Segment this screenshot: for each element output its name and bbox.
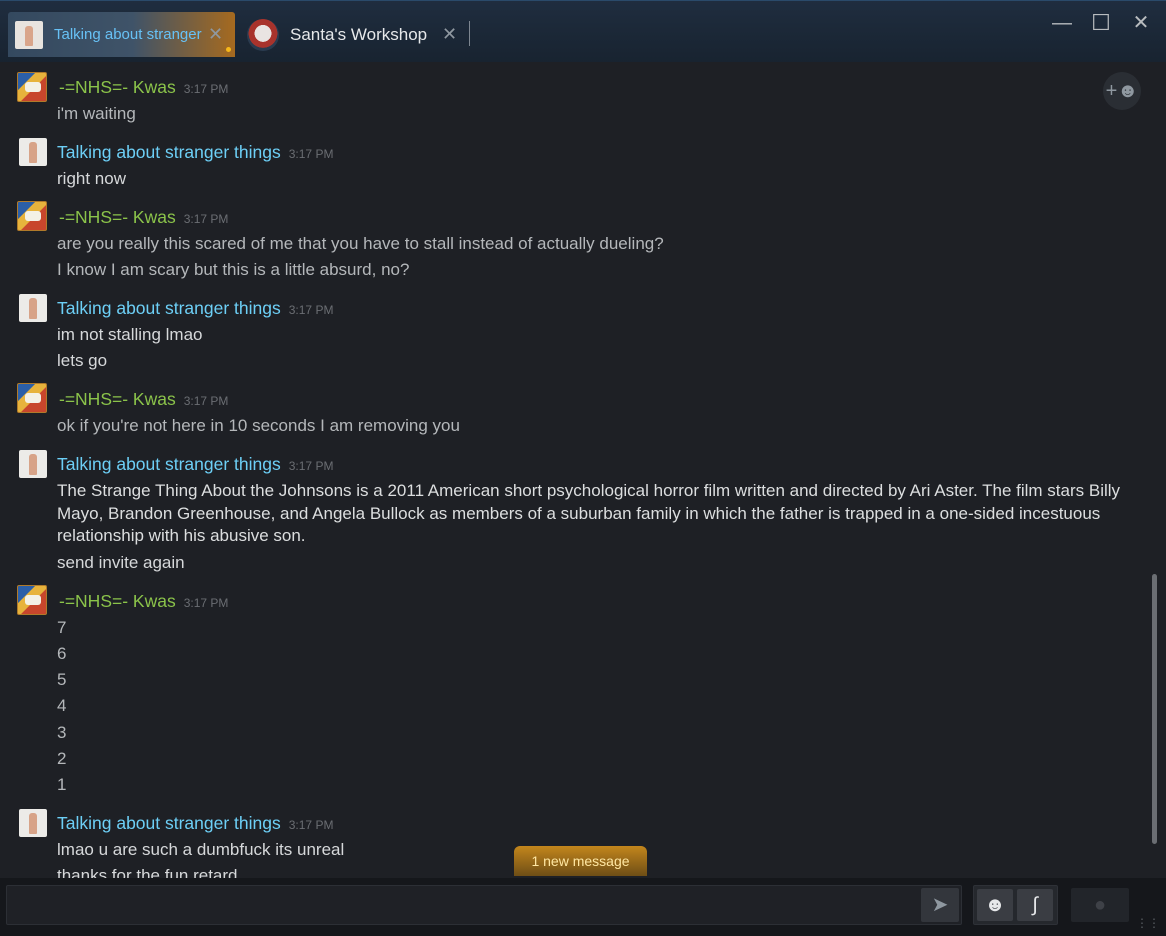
tab-santas-workshop[interactable]: Santa's Workshop ✕ [243,12,469,57]
timestamp: 3:17 PM [288,303,334,317]
minimize-button[interactable]: — [1048,9,1076,37]
message-line: lmao u are such a dumbfuck its unreal [57,840,345,859]
message-line: 7 [57,618,67,637]
timestamp: 3:17 PM [288,818,334,832]
scrollbar-thumb[interactable] [1152,574,1157,844]
avatar[interactable] [17,585,47,615]
timestamp: 3:17 PM [183,596,229,610]
message-line: 6 [57,644,67,663]
title-bar: Talking about stranger things ✕ Santa's … [0,0,1166,63]
tab-close-icon[interactable]: ✕ [442,24,457,45]
sender-name[interactable]: -=NHS=- Kwas 3:17 PM [59,591,228,612]
avatar[interactable] [19,809,47,837]
avatar[interactable] [19,294,47,322]
paperclip-icon[interactable]: ∫ [1017,889,1053,921]
avatar[interactable] [17,72,47,102]
avatar[interactable] [17,201,47,231]
message-line: im not stalling lmao [57,325,203,344]
message-line: are you really this scared of me that yo… [57,234,664,253]
tab-close-icon[interactable]: ✕ [208,24,223,45]
add-friend-icon[interactable]: +☻ [1103,72,1141,110]
sender-name[interactable]: Talking about stranger things 3:17 PM [57,298,333,319]
message-line: lets go [57,351,108,370]
message-line: thanks for the fun retard [57,866,238,878]
message-line: send invite again [57,553,185,572]
send-icon[interactable]: ➤ [921,888,959,922]
message-paragraph: The Strange Thing About the Johnsons is … [57,481,1121,545]
sender-name[interactable]: -=NHS=- Kwas 3:17 PM [59,389,228,410]
avatar[interactable] [19,138,47,166]
message-line: 4 [57,696,67,715]
tab-talking-about-stranger-things[interactable]: Talking about stranger things ✕ [8,12,235,57]
timestamp: 3:17 PM [183,82,229,96]
avatar[interactable] [19,450,47,478]
close-window-button[interactable]: ✕ [1127,9,1155,37]
message-line: 1 [57,775,67,794]
avatar[interactable] [17,383,47,413]
timestamp: 3:17 PM [288,459,334,473]
message-line: i'm waiting [57,104,136,123]
maximize-button[interactable]: ☐ [1087,9,1115,37]
emoji-icon[interactable]: ☻ [977,889,1013,921]
tab-divider [469,21,470,46]
sender-name[interactable]: -=NHS=- Kwas 3:17 PM [59,77,228,98]
timestamp: 3:17 PM [183,212,229,226]
tab-title: Talking about stranger things [54,26,204,43]
tab-avatar [15,20,43,49]
timestamp: 3:17 PM [183,394,229,408]
tab-title: Santa's Workshop [290,24,428,44]
tab-avatar [247,18,279,51]
message-input[interactable] [6,885,962,925]
message-line: 3 [57,723,67,742]
sender-name[interactable]: Talking about stranger things 3:17 PM [57,454,333,475]
message-line: right now [57,169,126,188]
timestamp: 3:17 PM [288,147,334,161]
microphone-icon[interactable]: ● [1071,888,1129,922]
sender-name[interactable]: -=NHS=- Kwas 3:17 PM [59,207,228,228]
message-line: 5 [57,670,67,689]
sender-name[interactable]: Talking about stranger things 3:17 PM [57,142,333,163]
message-line: I know I am scary but this is a little a… [57,260,410,279]
resize-grip-icon[interactable]: ⋮⋮ [1136,916,1160,930]
message-line: ok if you're not here in 10 seconds I am… [57,416,460,435]
message-line: 2 [57,749,67,768]
new-message-button[interactable]: 1 new message [514,846,647,876]
chat-log[interactable]: +☻ -=NHS=- Kwas 3:17 PM i'm waiting Talki… [0,62,1166,878]
unread-dot [226,47,231,52]
sender-name[interactable]: Talking about stranger things 3:17 PM [57,813,333,834]
